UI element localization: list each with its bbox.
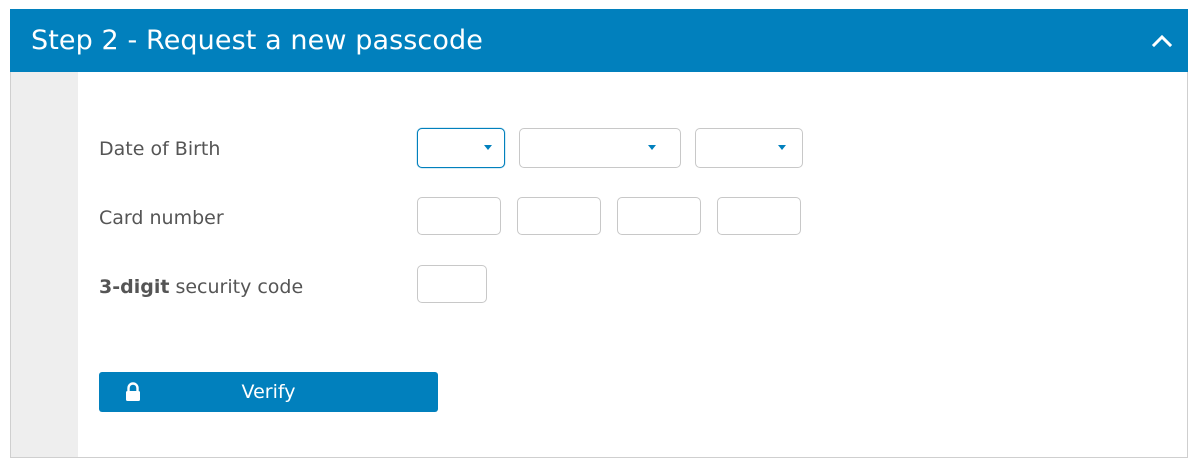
collapse-button[interactable] — [1148, 27, 1176, 55]
card-number-label: Card number — [99, 207, 224, 229]
card-number-part-2[interactable] — [517, 197, 601, 235]
dob-year-select[interactable] — [695, 128, 803, 168]
caret-down-icon — [648, 145, 656, 150]
security-code-input[interactable] — [417, 265, 487, 303]
dob-label: Date of Birth — [99, 138, 221, 160]
security-code-label-rest: security code — [169, 276, 304, 298]
caret-down-icon — [778, 145, 786, 150]
dob-day-select[interactable] — [417, 128, 505, 168]
caret-down-icon — [484, 145, 492, 150]
chevron-up-icon — [1151, 34, 1173, 48]
card-number-part-3[interactable] — [617, 197, 701, 235]
security-code-label-bold: 3-digit — [99, 276, 170, 298]
verify-button[interactable]: Verify — [99, 372, 438, 412]
passcode-step-panel: Step 2 - Request a new passcode Date of … — [10, 9, 1188, 458]
panel-title: Step 2 - Request a new passcode — [31, 25, 483, 56]
side-strip — [11, 72, 78, 457]
security-code-label: 3-digit security code — [99, 275, 303, 299]
dob-month-select[interactable] — [519, 128, 681, 168]
verify-button-label: Verify — [241, 381, 296, 403]
panel-header[interactable]: Step 2 - Request a new passcode — [10, 9, 1188, 72]
card-number-part-1[interactable] — [417, 197, 501, 235]
card-number-part-4[interactable] — [717, 197, 801, 235]
